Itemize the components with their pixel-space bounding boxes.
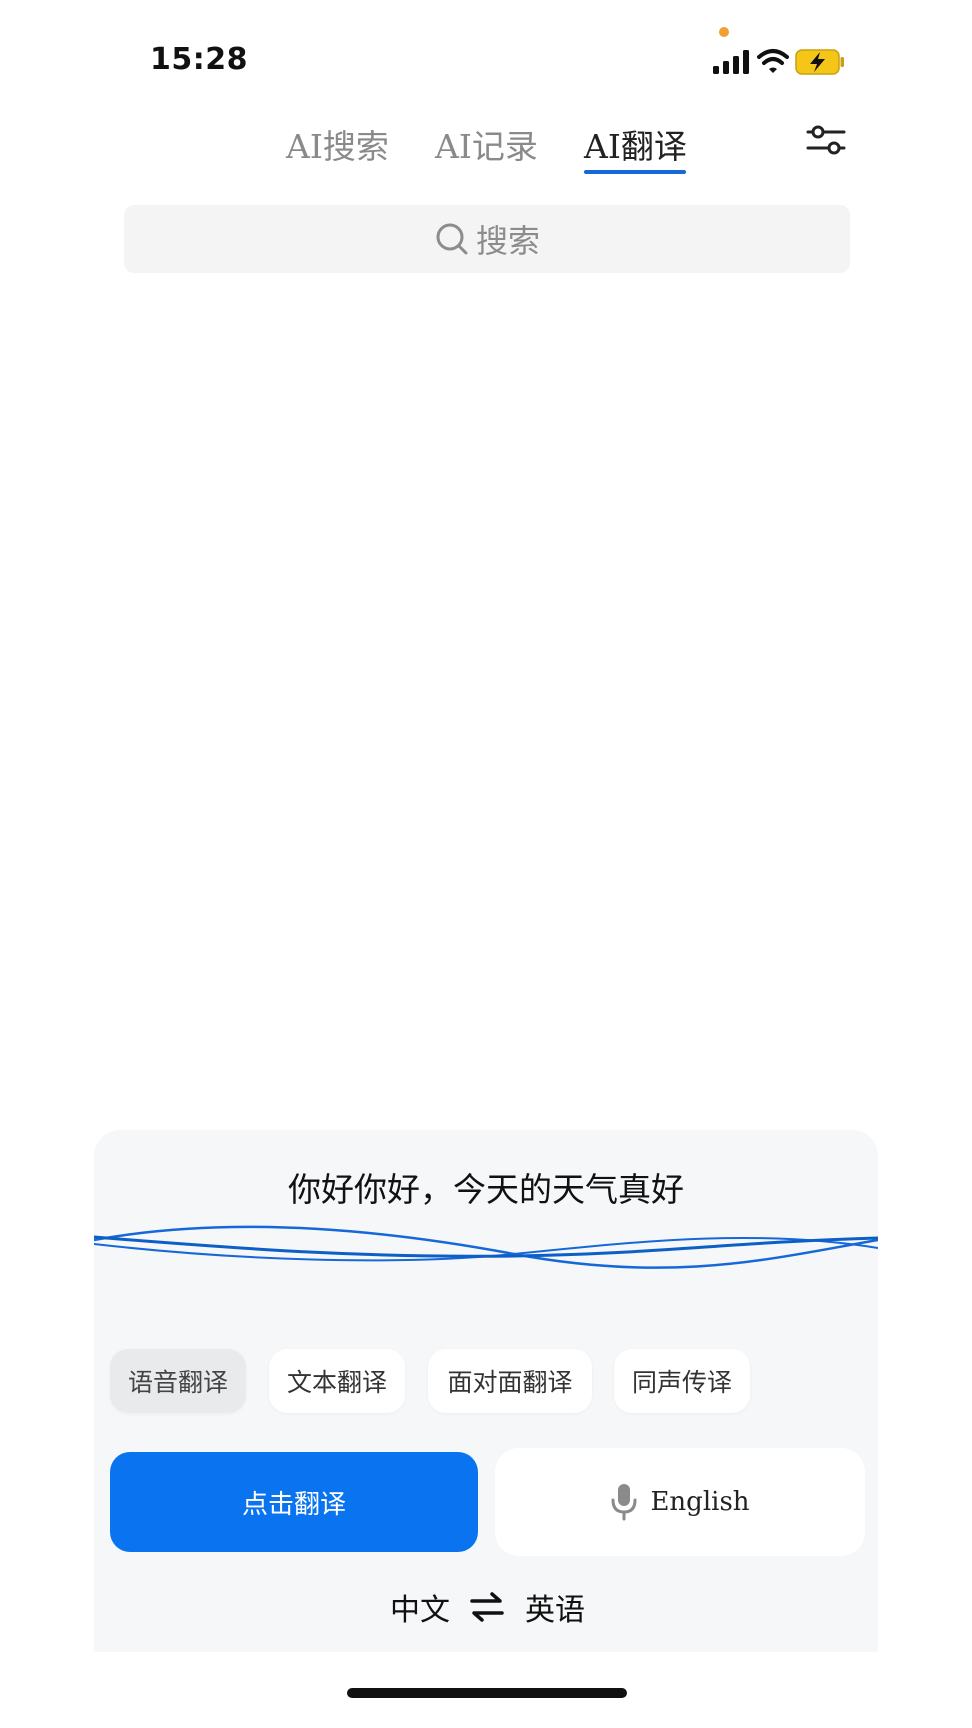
battery-charging-icon	[795, 49, 844, 75]
tab-ai-translate[interactable]: AI翻译	[584, 120, 687, 168]
mode-text-translate[interactable]: 文本翻译	[269, 1349, 405, 1413]
transcript-text: 你好你好，今天的天气真好	[288, 1170, 684, 1209]
source-language[interactable]: 中文	[390, 1585, 450, 1629]
tab-ai-search[interactable]: AI搜索	[286, 120, 389, 168]
home-indicator	[347, 1688, 627, 1698]
english-voice-label: English	[650, 1487, 750, 1517]
click-translate-button[interactable]: 点击翻译	[110, 1452, 478, 1552]
sliders-icon[interactable]	[806, 122, 846, 158]
mode-face-to-face-translate[interactable]: 面对面翻译	[428, 1349, 592, 1413]
tab-ai-record[interactable]: AI记录	[435, 120, 538, 168]
status-time: 15:28	[150, 42, 248, 77]
privacy-indicator-dot	[719, 27, 729, 37]
cellular-signal-icon	[713, 50, 749, 74]
active-tab-indicator	[584, 170, 686, 174]
voice-waveform	[94, 1225, 878, 1269]
search-icon	[436, 223, 468, 255]
mode-voice-translate[interactable]: 语音翻译	[110, 1349, 246, 1413]
english-voice-button[interactable]: English	[495, 1448, 865, 1556]
mode-simultaneous-interpretation[interactable]: 同声传译	[614, 1349, 750, 1413]
target-language[interactable]: 英语	[525, 1585, 585, 1629]
search-placeholder: 搜索	[475, 222, 540, 260]
swap-arrows-icon[interactable]	[470, 1591, 504, 1623]
search-input[interactable]: 搜索	[124, 205, 850, 273]
wifi-icon	[757, 49, 789, 73]
microphone-icon	[611, 1484, 637, 1521]
